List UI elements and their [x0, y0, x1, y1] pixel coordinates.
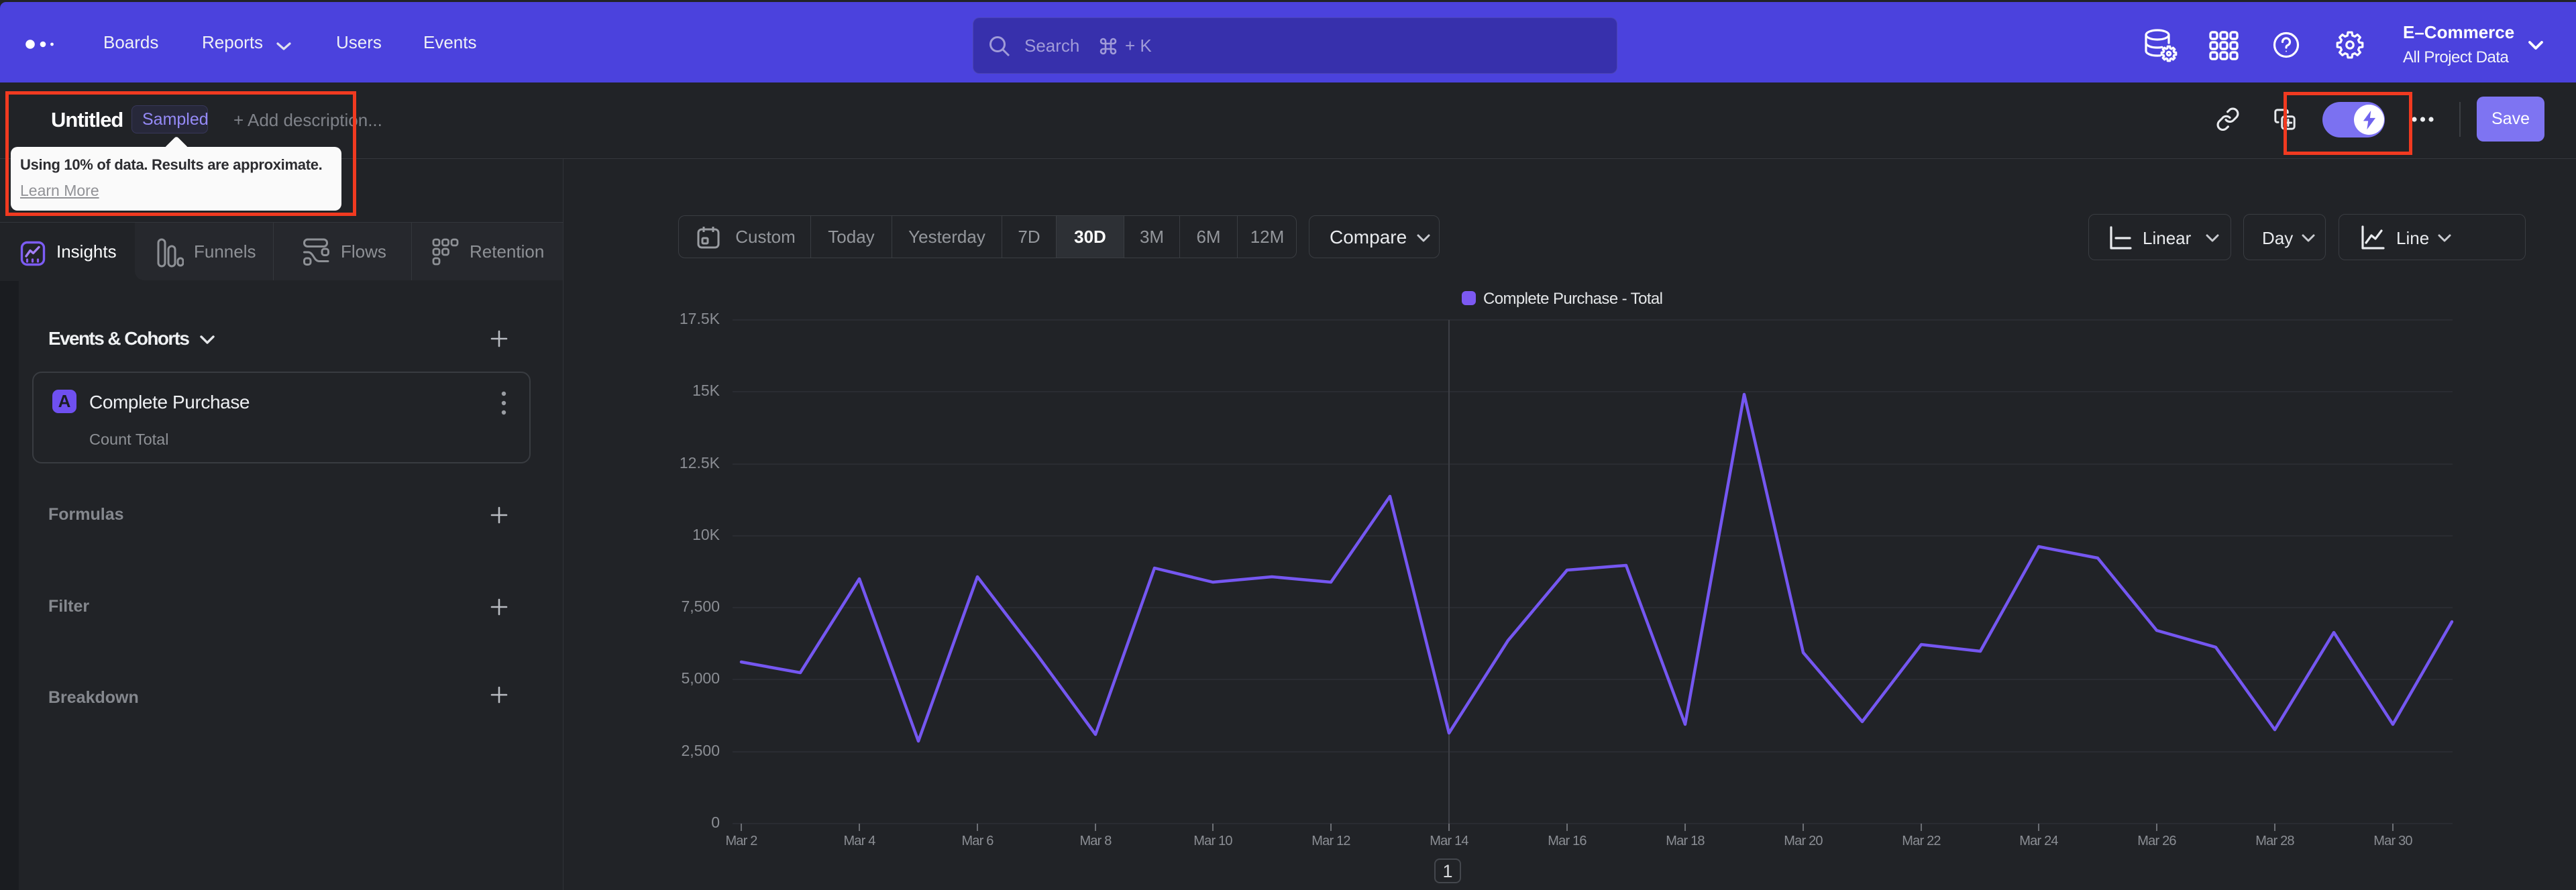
svg-text:Mar 18: Mar 18: [1666, 834, 1705, 848]
svg-text:10K: 10K: [692, 526, 720, 543]
svg-text:Mar 30: Mar 30: [2373, 834, 2412, 848]
svg-text:5,000: 5,000: [681, 669, 720, 687]
svg-text:Mar 12: Mar 12: [1311, 834, 1350, 848]
svg-text:17.5K: 17.5K: [680, 310, 720, 327]
svg-text:Mar 2: Mar 2: [725, 834, 757, 848]
svg-text:12.5K: 12.5K: [680, 454, 720, 471]
svg-text:Mar 24: Mar 24: [2019, 834, 2058, 848]
svg-text:Mar 26: Mar 26: [2137, 834, 2176, 848]
svg-text:Mar 28: Mar 28: [2255, 834, 2294, 848]
svg-text:Mar 10: Mar 10: [1193, 834, 1232, 848]
svg-text:7,500: 7,500: [681, 598, 720, 615]
svg-text:Mar 4: Mar 4: [843, 834, 875, 848]
svg-text:0: 0: [711, 814, 720, 831]
svg-text:2,500: 2,500: [681, 742, 720, 759]
svg-text:Mar 22: Mar 22: [1902, 834, 1941, 848]
svg-text:Mar 14: Mar 14: [1430, 834, 1468, 848]
svg-text:Mar 16: Mar 16: [1548, 834, 1587, 848]
svg-text:Mar 6: Mar 6: [961, 834, 994, 848]
svg-text:15K: 15K: [692, 382, 720, 399]
svg-text:Mar 8: Mar 8: [1079, 834, 1112, 848]
svg-text:Mar 20: Mar 20: [1784, 834, 1823, 848]
